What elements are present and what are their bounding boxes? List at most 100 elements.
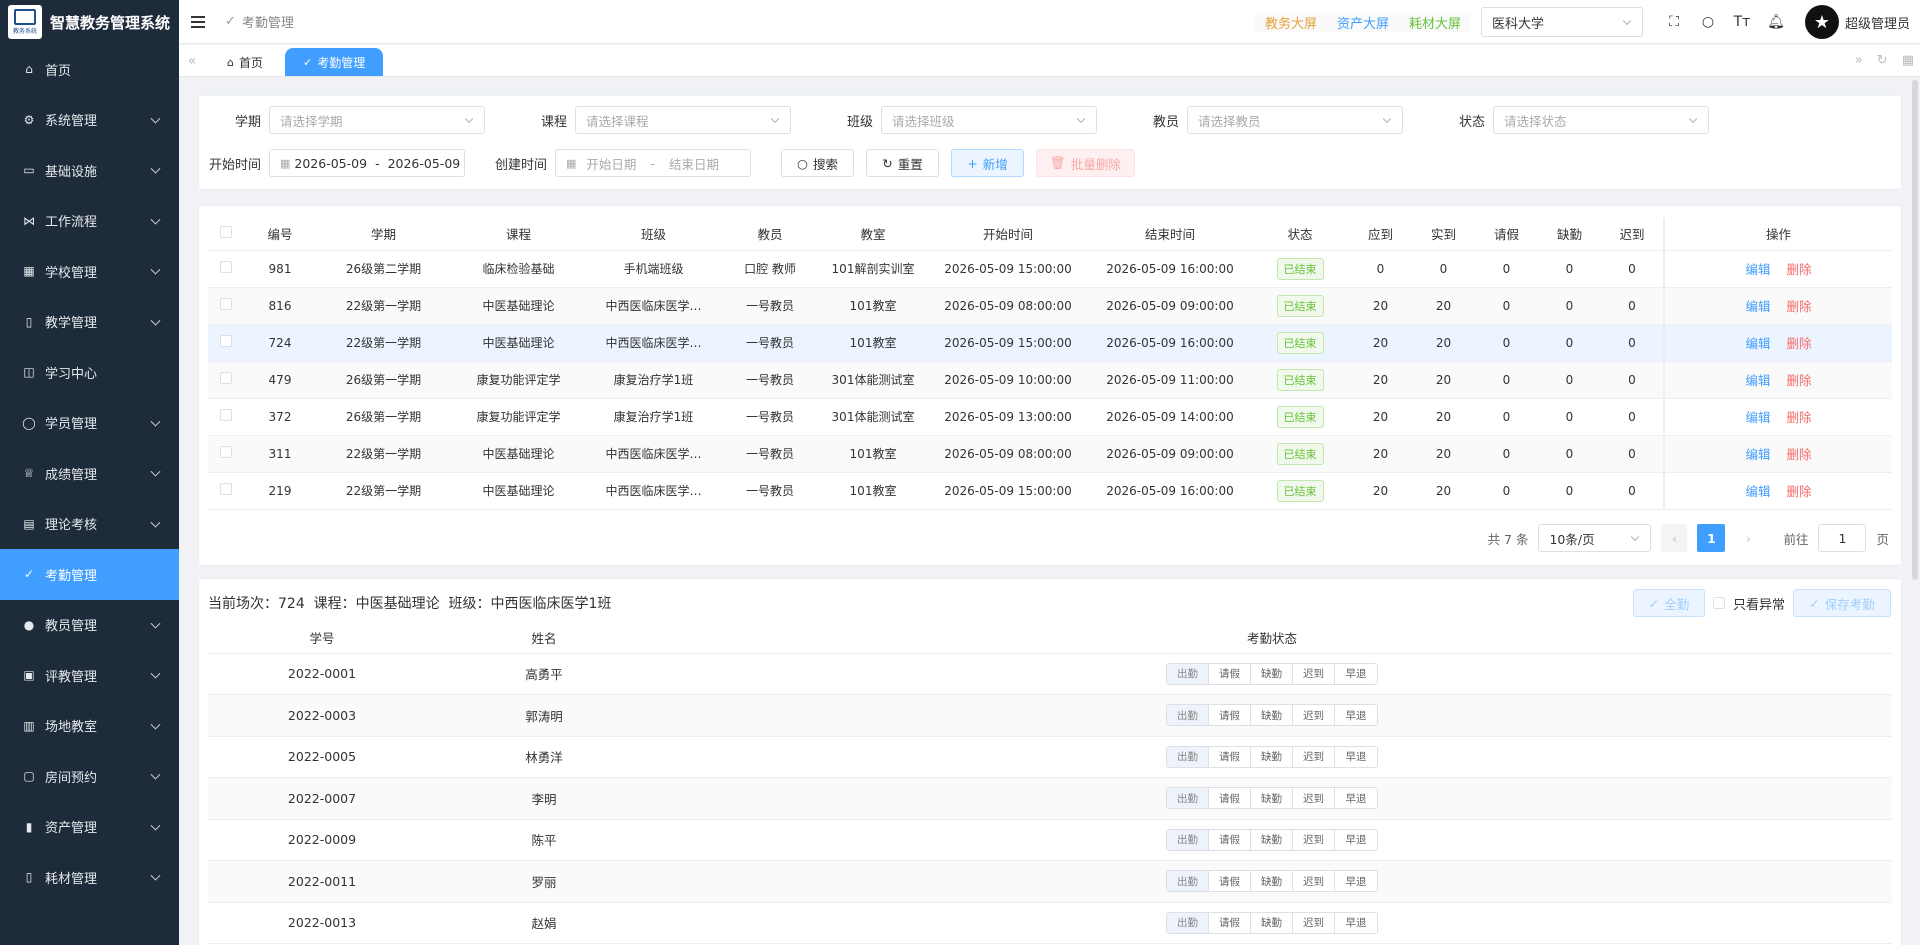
edit-link[interactable]: 编辑 [1745,336,1770,351]
sidebar-item-4[interactable]: ▦ 学校管理 [0,246,179,297]
start-time-range[interactable]: ▦ 2026-05-09 - 2026-05-09 [269,149,465,177]
consumable-screen-link[interactable]: 耗材大屏 [1399,13,1471,32]
page-size-select[interactable]: 10条/页 [1538,524,1652,552]
hamburger-icon[interactable] [191,15,205,28]
row-checkbox[interactable] [220,335,232,347]
attendance-option-0[interactable]: 出勤 [1167,871,1209,892]
delete-link[interactable]: 删除 [1787,299,1812,314]
attendance-option-0[interactable]: 出勤 [1167,829,1209,850]
attendance-option-3[interactable]: 迟到 [1293,829,1335,850]
tab-attendance[interactable]: ✓ 考勤管理 [285,48,384,76]
search-icon[interactable]: ○ [1691,14,1725,30]
attendance-option-3[interactable]: 迟到 [1293,663,1335,684]
attendance-option-4[interactable]: 早退 [1335,871,1377,891]
reset-button[interactable]: ↻ 重置 [866,149,939,177]
table-row[interactable]: 219 22级第一学期 中医基础理论 中西医临床医学… 一号教员 101教室 2026-05… [208,472,1892,510]
sidebar-item-1[interactable]: ⚙ 系统管理 [0,95,179,146]
attendance-option-4[interactable]: 早退 [1335,830,1377,850]
sidebar-item-5[interactable]: ▯ 教学管理 [0,297,179,348]
delete-link[interactable]: 删除 [1787,373,1812,388]
sidebar-item-9[interactable]: ▤ 理论考核 [0,499,179,550]
teacher-select[interactable]: 请选择教员 [1187,106,1403,134]
attendance-option-0[interactable]: 出勤 [1167,663,1209,684]
attendance-option-3[interactable]: 迟到 [1293,912,1335,933]
tabs-scroll-left-icon[interactable]: « [179,45,205,76]
attendance-option-1[interactable]: 请假 [1209,829,1251,850]
edit-link[interactable]: 编辑 [1745,484,1770,499]
attendance-option-1[interactable]: 请假 [1209,705,1251,726]
attendance-option-0[interactable]: 出勤 [1167,788,1209,809]
asset-screen-link[interactable]: 资产大屏 [1327,13,1399,32]
attendance-option-4[interactable]: 早退 [1335,913,1377,933]
delete-link[interactable]: 删除 [1787,336,1812,351]
row-checkbox[interactable] [220,298,232,310]
bell-icon[interactable]: 🔔︎ [1759,14,1793,30]
attendance-option-4[interactable]: 早退 [1335,788,1377,808]
table-row[interactable]: 816 22级第一学期 中医基础理论 中西医临床医学… 一号教员 101教室 2026-05… [208,287,1892,325]
row-checkbox[interactable] [220,261,232,273]
next-page-icon[interactable]: › [1735,524,1762,552]
table-row[interactable]: 724 22级第一学期 中医基础理论 中西医临床医学… 一号教员 101教室 2026-05… [208,324,1892,362]
sidebar-item-14[interactable]: ▢ 房间预约 [0,751,179,802]
class-select[interactable]: 请选择班级 [881,106,1097,134]
batch-delete-button[interactable]: 🗑︎ 批量删除 [1036,149,1135,177]
prev-page-icon[interactable]: ‹ [1661,524,1688,552]
attendance-option-1[interactable]: 请假 [1209,788,1251,809]
row-checkbox[interactable] [220,483,232,495]
edu-screen-link[interactable]: 教务大屏 [1255,13,1327,32]
attendance-option-3[interactable]: 迟到 [1293,788,1335,809]
attendance-option-0[interactable]: 出勤 [1167,746,1209,767]
sidebar-item-7[interactable]: ◯ 学员管理 [0,398,179,449]
sidebar-item-0[interactable]: ⌂ 首页 [0,44,179,95]
create-time-range[interactable]: ▦ 开始日期 - 结束日期 [555,149,751,177]
delete-link[interactable]: 删除 [1787,447,1812,462]
row-checkbox[interactable] [220,446,232,458]
username[interactable]: 超级管理员 [1845,13,1910,32]
attendance-option-2[interactable]: 缺勤 [1251,871,1293,892]
sidebar-item-6[interactable]: ◫ 学习中心 [0,347,179,398]
attendance-option-1[interactable]: 请假 [1209,871,1251,892]
table-row[interactable]: 372 26级第一学期 康复功能评定学 康复治疗学1班 一号教员 301体能测试室 2026… [208,398,1892,436]
tab-home[interactable]: ⌂ 首页 [209,48,281,76]
sidebar-item-3[interactable]: ⋈ 工作流程 [0,196,179,247]
sidebar-item-10[interactable]: ✓ 考勤管理 [0,549,179,600]
fullscreen-icon[interactable]: ⛶ [1657,14,1691,30]
university-select[interactable]: 医科大学 [1480,7,1643,37]
avatar[interactable]: ★ [1804,5,1839,39]
table-row[interactable]: 479 26级第一学期 康复功能评定学 康复治疗学1班 一号教员 301体能测试室 2026… [208,361,1892,399]
add-button[interactable]: + 新增 [951,149,1024,177]
edit-link[interactable]: 编辑 [1745,299,1770,314]
attendance-option-0[interactable]: 出勤 [1167,912,1209,933]
delete-link[interactable]: 删除 [1787,484,1812,499]
sidebar-item-15[interactable]: ▮ 资产管理 [0,802,179,853]
status-select[interactable]: 请选择状态 [1493,106,1709,134]
edit-link[interactable]: 编辑 [1745,373,1770,388]
tabs-scroll-right-icon[interactable]: » [1855,53,1863,68]
row-checkbox[interactable] [220,372,232,384]
only-abnormal-checkbox[interactable] [1712,597,1725,609]
grid-menu-icon[interactable]: ▦ [1902,53,1914,68]
semester-select[interactable]: 请选择学期 [269,106,485,134]
select-all-present-button[interactable]: ✓ 全勤 [1632,589,1705,617]
goto-page-input[interactable]: 1 [1818,524,1867,552]
refresh-icon[interactable]: ↻ [1877,53,1888,68]
table-row[interactable]: 311 22级第一学期 中医基础理论 中西医临床医学… 一号教员 101教室 2026-05… [208,435,1892,473]
attendance-option-4[interactable]: 早退 [1335,705,1377,725]
sidebar-item-2[interactable]: ▭ 基础设施 [0,145,179,196]
sidebar-item-8[interactable]: ♕ 成绩管理 [0,448,179,499]
save-attendance-button[interactable]: ✓ 保存考勤 [1793,589,1891,617]
delete-link[interactable]: 删除 [1787,262,1812,277]
attendance-option-1[interactable]: 请假 [1209,663,1251,684]
sidebar-item-12[interactable]: ▣ 评教管理 [0,650,179,701]
select-all-checkbox[interactable] [220,226,232,239]
edit-link[interactable]: 编辑 [1745,262,1770,277]
search-button[interactable]: ○ 搜索 [781,149,854,177]
sidebar-item-16[interactable]: ▯ 耗材管理 [0,852,179,903]
table-row[interactable]: 981 26级第二学期 临床检验基础 手机端班级 口腔 教师 101解剖实训室 2026-0… [208,250,1892,288]
attendance-option-3[interactable]: 迟到 [1293,705,1335,726]
edit-link[interactable]: 编辑 [1745,410,1770,425]
edit-link[interactable]: 编辑 [1745,447,1770,462]
attendance-option-2[interactable]: 缺勤 [1251,829,1293,850]
attendance-option-0[interactable]: 出勤 [1167,705,1209,726]
font-size-icon[interactable]: Tт [1725,14,1759,30]
